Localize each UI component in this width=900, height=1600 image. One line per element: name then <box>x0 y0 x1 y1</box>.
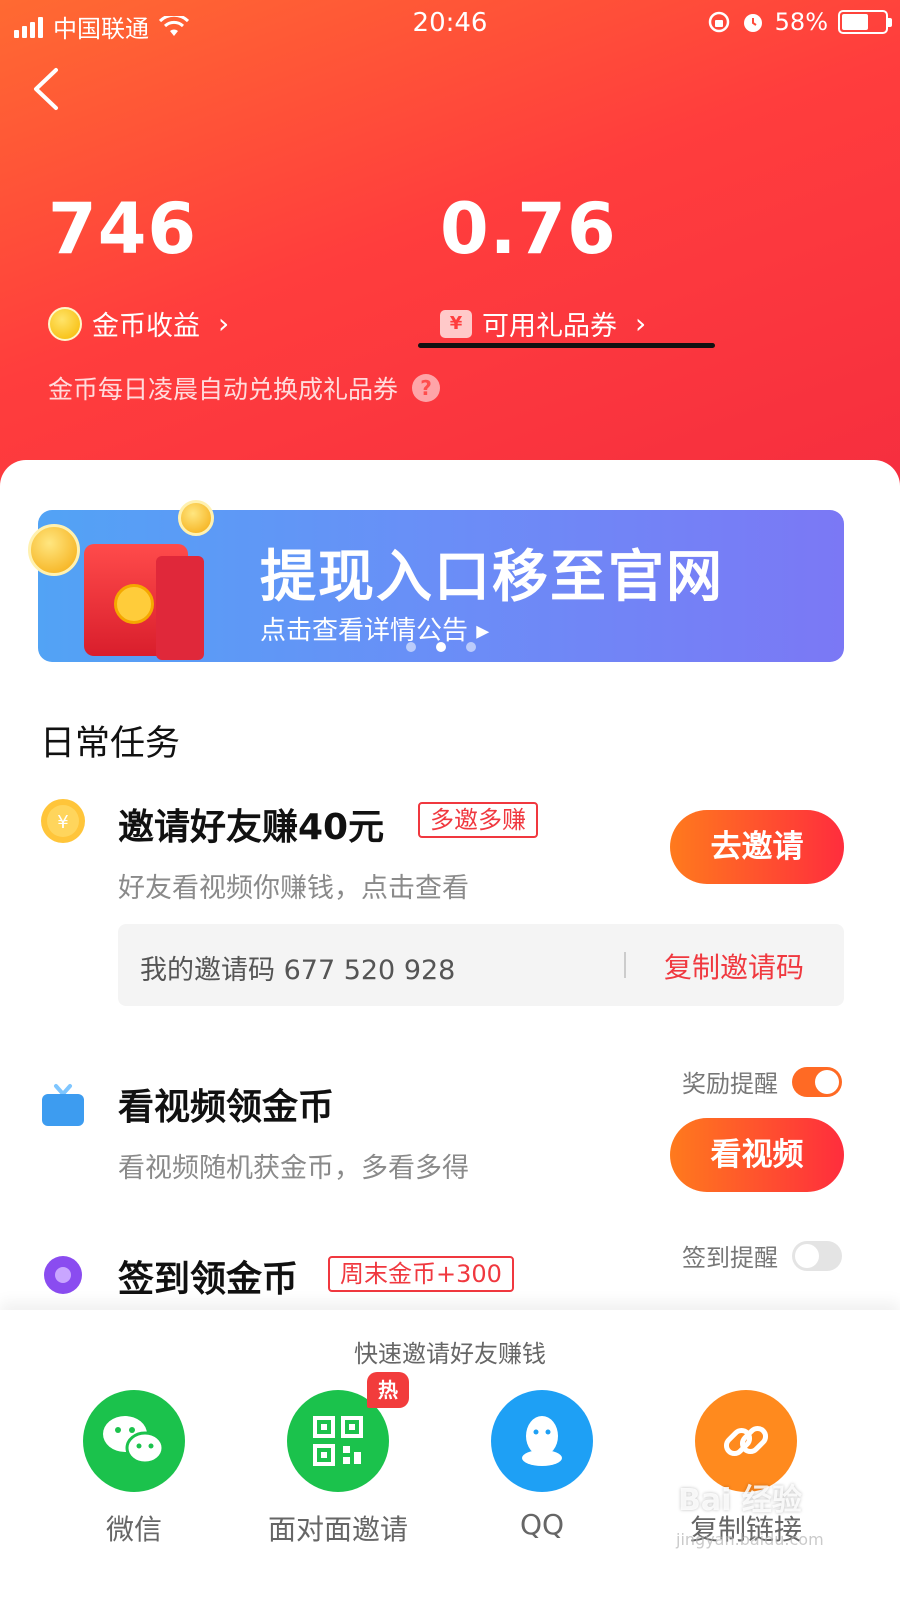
share-sheet: 快速邀请好友赚钱 微信 热 面对面邀请 QQ 复制链接 <box>0 1310 900 1600</box>
share-label: 微信 <box>105 1513 162 1546</box>
reward-reminder: 奖励提醒 <box>682 1064 842 1099</box>
voucher-link[interactable]: ¥ 可用礼品券 › <box>440 304 646 343</box>
rotation-lock-icon <box>708 11 729 33</box>
coin-icon <box>48 306 82 341</box>
yuan-coin-icon: ¥ <box>41 799 85 843</box>
annotation-underline <box>418 343 715 348</box>
invite-code: 我的邀请码 677 520 928 <box>140 955 456 986</box>
coin-earnings-stat: 746 <box>48 188 197 270</box>
checkin-reminder-toggle[interactable] <box>792 1240 842 1271</box>
carousel-dot[interactable] <box>466 642 476 652</box>
promo-banner[interactable]: 提现入口移至官网 点击查看详情公告 ▸ <box>28 500 844 662</box>
coin-earnings-link[interactable]: 金币收益 › <box>48 304 229 343</box>
coin-decoration-icon <box>178 500 214 536</box>
status-bar: 中国联通 20:46 58% <box>0 0 900 46</box>
divider <box>624 952 626 978</box>
envelope-coin-icon <box>114 584 154 624</box>
task-tag: 多邀多赚 <box>418 802 538 838</box>
wechat-icon <box>83 1390 185 1492</box>
alarm-icon <box>743 14 762 32</box>
task-description: 看视频随机获金币，多看多得 <box>118 1153 469 1184</box>
chevron-right-icon: › <box>635 307 647 340</box>
task-description: 好友看视频你赚钱，点击查看 <box>118 873 469 904</box>
tv-icon <box>42 1084 84 1126</box>
share-title: 快速邀请好友赚钱 <box>354 1340 546 1368</box>
share-label: 面对面邀请 <box>267 1513 408 1546</box>
exchange-hint-text: 金币每日凌晨自动兑换成礼品券 <box>48 375 399 404</box>
back-button[interactable] <box>26 62 66 116</box>
red-envelope-icon <box>156 556 204 660</box>
coin-balance: 746 <box>48 188 198 270</box>
location-pin-icon <box>44 1256 82 1294</box>
task-title: 签到领金币 <box>118 1259 299 1300</box>
hot-badge: 热 <box>367 1372 409 1408</box>
banner-title: 提现入口移至官网 <box>260 545 724 610</box>
ticket-icon: ¥ <box>440 309 472 338</box>
carousel-dot[interactable] <box>406 642 416 652</box>
copy-invite-code-button[interactable]: 复制邀请码 <box>664 946 804 986</box>
watermark: Bai 经验 <box>678 1483 802 1518</box>
share-copy-link[interactable]: 复制链接 <box>666 1390 826 1548</box>
voucher-label: 可用礼品券 <box>482 311 617 342</box>
chevron-right-icon: › <box>218 307 230 340</box>
earnings-header: 中国联通 20:46 58% 746 金币收益 › 0.76 ¥ 可用礼品券 ›… <box>0 0 900 520</box>
carousel-dots <box>406 642 476 652</box>
qrcode-icon: 热 <box>287 1372 409 1492</box>
reminder-label: 奖励提醒 <box>682 1070 778 1098</box>
share-wechat[interactable]: 微信 <box>54 1390 214 1548</box>
checkin-reminder: 签到提醒 <box>682 1238 842 1273</box>
carousel-dot-active[interactable] <box>436 642 446 652</box>
section-title: 日常任务 <box>40 724 181 764</box>
voucher-stat: 0.76 <box>440 188 617 270</box>
task-tag: 周末金币+300 <box>328 1256 514 1292</box>
coin-decoration-icon <box>28 524 80 576</box>
watch-video-button[interactable]: 看视频 <box>670 1118 844 1192</box>
reward-reminder-toggle[interactable] <box>792 1066 842 1097</box>
exchange-hint: 金币每日凌晨自动兑换成礼品券 ? <box>48 370 441 406</box>
reminder-label: 签到提醒 <box>682 1244 778 1272</box>
share-qq[interactable]: QQ <box>462 1390 622 1541</box>
invite-code-box: 我的邀请码 677 520 928 复制邀请码 <box>118 924 844 1006</box>
qq-icon <box>491 1390 593 1492</box>
help-icon[interactable]: ? <box>412 374 441 402</box>
task-title: 邀请好友赚40元 <box>118 807 385 848</box>
share-face-to-face[interactable]: 热 面对面邀请 <box>258 1372 418 1548</box>
invite-button[interactable]: 去邀请 <box>670 810 844 884</box>
share-label: QQ <box>519 1508 565 1541</box>
voucher-balance: 0.76 <box>440 188 617 270</box>
battery-icon <box>838 10 892 34</box>
coin-earnings-label: 金币收益 <box>92 311 200 342</box>
svg-text:¥: ¥ <box>57 812 68 833</box>
task-title: 看视频领金币 <box>118 1087 335 1128</box>
watermark-url: jingyan.baidu.com <box>676 1530 824 1549</box>
battery-percent: 58% <box>774 8 828 36</box>
